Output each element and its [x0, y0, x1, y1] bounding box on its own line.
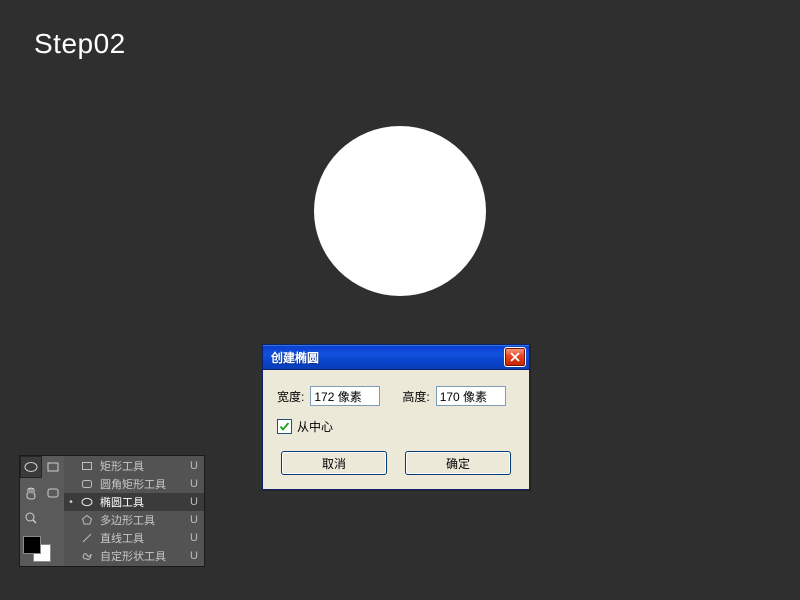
dialog-titlebar[interactable]: 创建椭圆	[263, 345, 529, 370]
selection-marker: •	[68, 497, 74, 508]
tool-shortcut: U	[190, 532, 198, 544]
ellipse-icon	[80, 496, 94, 508]
tool-item-line[interactable]: 直线工具 U	[64, 529, 204, 547]
tool-item-rectangle[interactable]: 矩形工具 U	[64, 457, 204, 475]
from-center-label: 从中心	[297, 418, 333, 435]
tool-label: 圆角矩形工具	[100, 476, 184, 492]
rectangle-icon	[46, 460, 60, 474]
create-ellipse-dialog: 创建椭圆 宽度: 高度: 从中心 取消 确定	[262, 344, 530, 490]
line-icon	[80, 532, 94, 544]
tool-item-polygon[interactable]: 多边形工具 U	[64, 511, 204, 529]
tool-label: 多边形工具	[100, 512, 184, 528]
foreground-background-swatch[interactable]	[20, 535, 64, 563]
canvas-ellipse-shape	[314, 126, 486, 296]
rounded-rectangle-tool-button[interactable]	[42, 482, 64, 504]
rectangle-icon	[80, 460, 94, 472]
tool-item-custom-shape[interactable]: 自定形状工具 U	[64, 547, 204, 565]
step-label: Step02	[34, 28, 126, 60]
polygon-icon	[80, 514, 94, 526]
close-button[interactable]	[504, 347, 526, 367]
rectangle-tool-button[interactable]	[42, 456, 64, 478]
check-icon	[279, 421, 290, 432]
foreground-color-swatch[interactable]	[24, 537, 40, 553]
ellipse-icon	[24, 460, 38, 474]
tool-label: 直线工具	[100, 530, 184, 546]
tool-shortcut: U	[190, 550, 198, 562]
tool-item-rounded-rectangle[interactable]: 圆角矩形工具 U	[64, 475, 204, 493]
zoom-tool-button[interactable]	[20, 507, 42, 529]
tool-label: 自定形状工具	[100, 548, 184, 564]
from-center-checkbox[interactable]	[277, 419, 292, 434]
tool-shortcut: U	[190, 514, 198, 526]
ellipse-tool-button[interactable]	[20, 456, 42, 478]
cancel-button[interactable]: 取消	[281, 451, 387, 475]
tool-item-ellipse[interactable]: • 椭圆工具 U	[64, 493, 204, 511]
height-label: 高度:	[402, 388, 429, 405]
tool-label: 矩形工具	[100, 458, 184, 474]
dialog-title: 创建椭圆	[271, 349, 504, 366]
hand-tool-button[interactable]	[20, 482, 42, 504]
width-label: 宽度:	[277, 388, 304, 405]
ok-button[interactable]: 确定	[405, 451, 511, 475]
close-icon	[510, 352, 520, 362]
rounded-rectangle-icon	[46, 486, 60, 500]
tool-shortcut: U	[190, 460, 198, 472]
dialog-body: 宽度: 高度: 从中心 取消 确定	[263, 370, 529, 489]
height-input[interactable]	[436, 386, 506, 406]
dimension-row: 宽度: 高度:	[277, 386, 515, 406]
custom-shape-icon	[80, 550, 94, 562]
shape-tool-list: 矩形工具 U 圆角矩形工具 U • 椭圆工具 U 多边形工具 U 直线工具 U	[64, 456, 204, 566]
mini-toolbar	[20, 456, 64, 566]
from-center-row[interactable]: 从中心	[277, 418, 515, 435]
zoom-icon	[24, 511, 38, 525]
hand-icon	[24, 486, 38, 500]
tool-shortcut: U	[190, 496, 198, 508]
spacer-tool	[42, 507, 64, 529]
tool-label: 椭圆工具	[100, 494, 184, 510]
rounded-rectangle-icon	[80, 478, 94, 490]
tool-shortcut: U	[190, 478, 198, 490]
width-input[interactable]	[310, 386, 380, 406]
shape-tool-flyout: 矩形工具 U 圆角矩形工具 U • 椭圆工具 U 多边形工具 U 直线工具 U	[20, 456, 204, 566]
dialog-buttons: 取消 确定	[277, 451, 515, 475]
